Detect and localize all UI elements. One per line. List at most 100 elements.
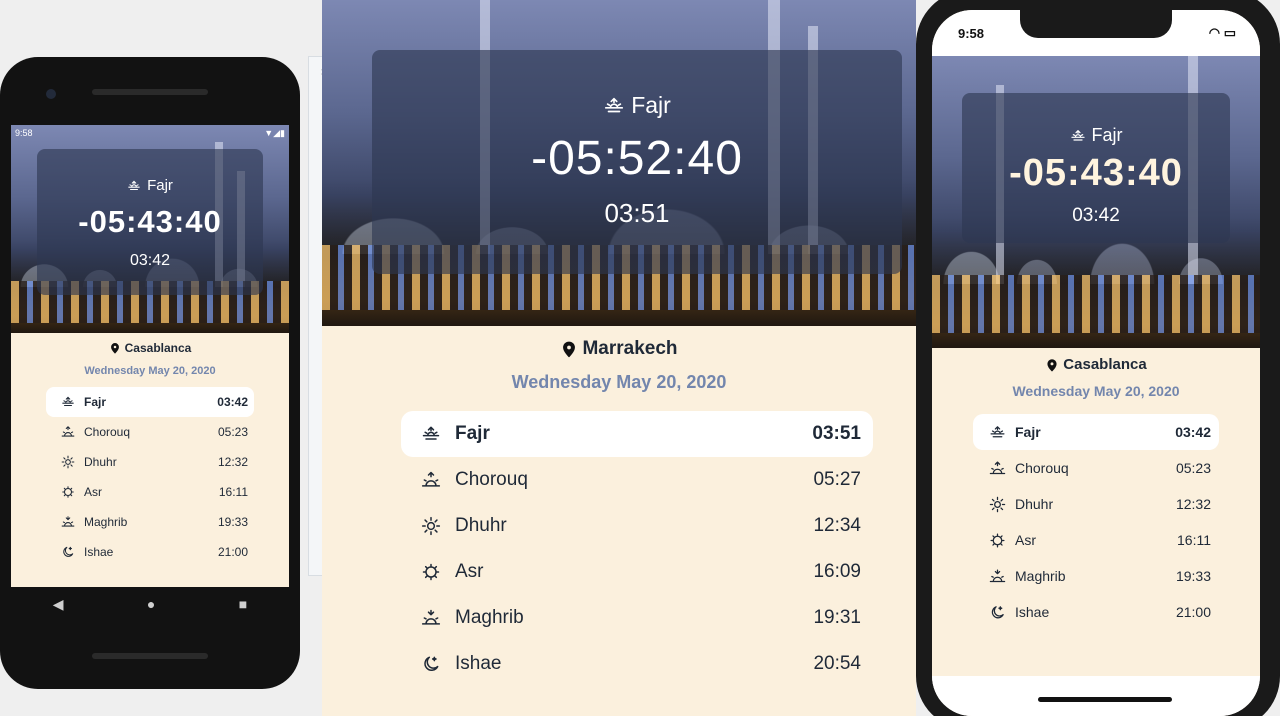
prayer-row-ishae[interactable]: Ishae 20:54 bbox=[401, 641, 873, 687]
countdown-timer: -05:52:40 bbox=[531, 132, 743, 185]
prayer-time: 19:33 bbox=[217, 515, 248, 529]
android-phone-frame: 9:58 ▼◢▮ Fajr -05:43:40 03:42 Casablanca… bbox=[0, 57, 300, 689]
sunset-icon bbox=[58, 515, 78, 529]
location-pin-icon bbox=[1045, 358, 1059, 372]
next-prayer-time: 03:51 bbox=[604, 198, 670, 228]
prayer-row-asr[interactable]: Asr 16:09 bbox=[401, 549, 873, 595]
prayer-name: Asr bbox=[455, 561, 484, 582]
prayer-time: 12:32 bbox=[217, 455, 248, 469]
prayer-row-dhuhr[interactable]: Dhuhr 12:34 bbox=[401, 503, 873, 549]
prayer-time: 03:42 bbox=[217, 395, 248, 409]
prayer-time: 05:23 bbox=[217, 425, 248, 439]
prayer-name: Chorouq bbox=[1015, 460, 1069, 476]
date-label: Wednesday May 20, 2020 bbox=[511, 372, 727, 392]
prayer-row-dhuhr[interactable]: Dhuhr 12:32 bbox=[46, 447, 254, 477]
location: Marrakech bbox=[322, 338, 916, 360]
fajr-icon bbox=[421, 423, 441, 445]
fajr-icon bbox=[58, 395, 78, 409]
location: Casablanca bbox=[11, 341, 289, 355]
prayer-row-maghrib[interactable]: Maghrib 19:33 bbox=[973, 558, 1219, 594]
prayer-name: Dhuhr bbox=[1015, 496, 1054, 512]
next-prayer-name: Fajr bbox=[37, 177, 263, 194]
prayer-time: 05:27 bbox=[813, 469, 861, 490]
prayer-time: 20:54 bbox=[813, 653, 861, 674]
prayer-row-chorouq[interactable]: Chorouq 05:27 bbox=[401, 457, 873, 503]
prayer-time: 21:00 bbox=[1175, 604, 1211, 620]
moon-icon bbox=[987, 604, 1007, 621]
iphone-screen: 9:58 ◠ ▭ Fajr -05:43:40 03:42 Casablanca… bbox=[932, 10, 1260, 716]
prayer-name: Dhuhr bbox=[84, 455, 117, 469]
prayer-time: 21:00 bbox=[217, 545, 248, 559]
prayer-time: 19:33 bbox=[1175, 568, 1211, 584]
countdown-timer: -05:43:40 bbox=[1009, 152, 1183, 194]
iphone-notch bbox=[1020, 10, 1172, 38]
prayer-row-chorouq[interactable]: Chorouq 05:23 bbox=[46, 417, 254, 447]
prayer-time: 12:34 bbox=[813, 515, 861, 536]
prayer-name: Fajr bbox=[84, 395, 107, 409]
android-status-bar: 9:58 ▼◢▮ bbox=[11, 125, 289, 141]
sunrise-icon bbox=[987, 460, 1007, 477]
prayer-row-maghrib[interactable]: Maghrib 19:31 bbox=[401, 595, 873, 641]
prayer-time: 19:31 bbox=[813, 607, 861, 628]
prayer-row-chorouq[interactable]: Chorouq 05:23 bbox=[973, 450, 1219, 486]
moon-icon bbox=[421, 653, 441, 675]
nav-back-icon[interactable]: ◀ bbox=[53, 596, 64, 613]
home-indicator-area bbox=[932, 676, 1260, 716]
fajr-icon bbox=[1070, 128, 1086, 144]
android-screen: 9:58 ▼◢▮ Fajr -05:43:40 03:42 Casablanca… bbox=[11, 125, 289, 587]
front-camera bbox=[46, 89, 56, 99]
web-app-view: Fajr -05:52:40 03:51 Marrakech Wednesday… bbox=[322, 0, 916, 716]
next-prayer-name: Fajr bbox=[962, 125, 1230, 146]
prayer-row-ishae[interactable]: Ishae 21:00 bbox=[973, 594, 1219, 630]
date-label: Wednesday May 20, 2020 bbox=[1012, 383, 1180, 399]
signal-battery-icons: ▼◢▮ bbox=[264, 127, 285, 138]
prayer-row-asr[interactable]: Asr 16:11 bbox=[46, 477, 254, 507]
prayer-list: Fajr 03:42 Chorouq 05:23 Dhuhr 12:32 Asr… bbox=[973, 414, 1219, 630]
prayer-time: 03:51 bbox=[812, 423, 861, 444]
prayer-row-maghrib[interactable]: Maghrib 19:33 bbox=[46, 507, 254, 537]
hero-mosque-image: Fajr -05:43:40 03:42 bbox=[11, 125, 289, 333]
sun-icon bbox=[421, 515, 441, 537]
next-prayer-label: Fajr bbox=[1091, 125, 1123, 145]
countdown-timer: -05:43:40 bbox=[78, 204, 222, 239]
prayer-row-ishae[interactable]: Ishae 21:00 bbox=[46, 537, 254, 567]
iphone-frame: 9:58 ◠ ▭ Fajr -05:43:40 03:42 Casablanca… bbox=[916, 0, 1280, 716]
next-prayer-label: Fajr bbox=[631, 92, 671, 118]
next-prayer-time: 03:42 bbox=[129, 252, 171, 269]
android-nav-bar: ◀ ● ■ bbox=[11, 587, 289, 621]
sunset-icon bbox=[421, 607, 441, 629]
prayer-time: 16:09 bbox=[813, 561, 861, 582]
city-name: Casablanca bbox=[124, 341, 192, 355]
sun-outline-icon bbox=[987, 532, 1007, 549]
mosque-arches bbox=[932, 275, 1260, 334]
fajr-icon bbox=[603, 95, 625, 117]
prayer-name: Ishae bbox=[84, 545, 114, 559]
next-prayer-time: 03:42 bbox=[1072, 205, 1120, 226]
prayer-row-fajr[interactable]: Fajr 03:42 bbox=[973, 414, 1219, 450]
earpiece-speaker bbox=[92, 89, 208, 95]
prayer-row-dhuhr[interactable]: Dhuhr 12:32 bbox=[973, 486, 1219, 522]
prayer-time: 16:11 bbox=[218, 485, 248, 499]
prayer-name: Maghrib bbox=[84, 515, 128, 529]
location: Casablanca bbox=[932, 356, 1260, 373]
nav-home-icon[interactable]: ● bbox=[147, 596, 155, 612]
prayer-name: Fajr bbox=[1015, 424, 1041, 440]
prayer-time: 16:11 bbox=[1177, 532, 1211, 548]
home-indicator[interactable] bbox=[1038, 697, 1172, 702]
wifi-battery-icons: ◠ ▭ bbox=[1208, 25, 1236, 40]
sun-icon bbox=[987, 496, 1007, 513]
prayer-row-fajr[interactable]: Fajr 03:42 bbox=[46, 387, 254, 417]
date-label: Wednesday May 20, 2020 bbox=[84, 365, 216, 377]
hero-mosque-image: Fajr -05:52:40 03:51 bbox=[322, 0, 916, 326]
status-time: 9:58 bbox=[958, 25, 985, 41]
hero-mosque-image: Fajr -05:43:40 03:42 bbox=[932, 56, 1260, 348]
sun-icon bbox=[58, 455, 78, 469]
nav-overview-icon[interactable]: ■ bbox=[239, 596, 247, 612]
prayer-name: Fajr bbox=[455, 423, 490, 444]
prayer-row-fajr[interactable]: Fajr 03:51 bbox=[401, 411, 873, 457]
location-pin-icon bbox=[560, 340, 578, 358]
status-time: 9:58 bbox=[15, 128, 33, 138]
sunrise-icon bbox=[58, 425, 78, 439]
prayer-row-asr[interactable]: Asr 16:11 bbox=[973, 522, 1219, 558]
prayer-time: 03:42 bbox=[1175, 424, 1211, 440]
